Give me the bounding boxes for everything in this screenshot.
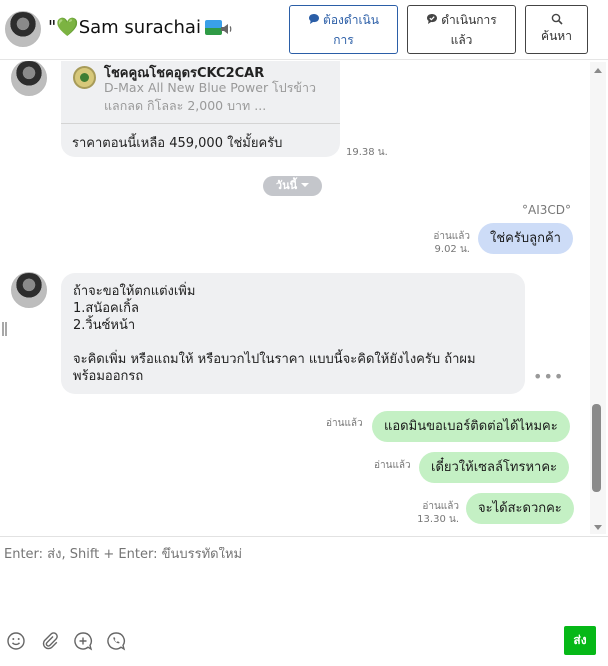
more-options-icon[interactable]: •••	[533, 367, 564, 386]
message-line: 2.วิ้นซ์หน้า	[73, 318, 136, 333]
search-icon	[551, 13, 563, 25]
done-button[interactable]: ดำเนินการ แล้ว	[407, 5, 516, 54]
todo-button[interactable]: ต้องดำเนิน การ	[289, 5, 398, 54]
chevron-down-icon	[301, 183, 310, 187]
card-divider	[61, 123, 340, 124]
contact-avatar-msg	[11, 61, 47, 96]
done-label-1: ดำเนินการ	[441, 12, 497, 27]
message-line: จะคิดเพิ่ม หรือแถมให้ หรือบวกไปในราคา แบ…	[73, 352, 476, 367]
scroll-up-arrow-icon[interactable]	[594, 68, 602, 73]
smiley-icon[interactable]	[6, 631, 26, 651]
card-footer-text: ราคาตอนนี้เหลือ 459,000 ใช่มั้ยครับ	[72, 136, 283, 151]
sender-id: °AI3CD°	[522, 203, 572, 217]
link-card-message[interactable]: โชคคูณโชคอุดรCKC2CAR D-Max All New Blue …	[61, 61, 340, 157]
message-line: ถ้าจะขอให้ตกแต่งเพิ่ม	[73, 284, 196, 299]
read-label: อ่านแล้ว	[374, 460, 411, 471]
outgoing-message[interactable]: เดี๋ยวให้เซลล์โทรหาคะ	[419, 452, 570, 483]
shop-logo	[73, 66, 96, 89]
phone-bubble-icon[interactable]	[106, 631, 126, 651]
message-time: 13.30 น.	[417, 514, 459, 525]
paperclip-icon[interactable]	[40, 631, 60, 651]
resize-handle[interactable]	[2, 322, 7, 336]
outgoing-message[interactable]: ใช่ครับลูกค้า	[478, 223, 573, 254]
contact-name: "💚Sam surachai	[48, 17, 222, 38]
message-line	[73, 334, 513, 351]
plus-circle-icon[interactable]	[73, 631, 93, 651]
incoming-message[interactable]: ถ้าจะขอให้ตกแต่งเพิ่ม 1.สนัอคเกิ้ล 2.วิ้…	[61, 273, 525, 394]
message-line: พร้อมออกรถ	[73, 369, 144, 384]
done-label-2: แล้ว	[450, 32, 473, 47]
scroll-down-arrow-icon[interactable]	[594, 525, 602, 530]
todo-label-1: ต้องดำเนิน	[323, 12, 379, 27]
scrollbar-thumb[interactable]	[592, 404, 601, 492]
read-label: อ่านแล้ว	[422, 501, 459, 512]
read-label: อ่านแล้ว	[433, 231, 470, 242]
message-time: 19.38 น.	[346, 147, 388, 158]
speech-bubble-icon	[309, 13, 320, 24]
outgoing-message[interactable]: แอดมินขอเบอร์ติดต่อได้ไหมคะ	[372, 411, 570, 442]
message-input[interactable]	[4, 547, 584, 562]
contact-avatar[interactable]	[5, 11, 41, 47]
message-time: 9.02 น.	[434, 244, 470, 255]
message-composer: ส่ง	[0, 536, 608, 666]
day-separator-label: วันนี้	[275, 179, 298, 192]
speaker-icon[interactable]	[220, 22, 234, 36]
chat-header: "💚Sam surachai ต้องดำเนิน การ ดำเนินการ …	[0, 0, 608, 60]
send-button[interactable]: ส่ง	[564, 626, 596, 655]
contact-name-text: "💚Sam surachai	[48, 17, 201, 38]
search-label: ค้นหา	[541, 29, 572, 43]
message-line: 1.สนัอคเกิ้ล	[73, 301, 140, 316]
read-label: อ่านแล้ว	[326, 418, 363, 429]
message-list[interactable]: โชคคูณโชคอุดรCKC2CAR D-Max All New Blue …	[0, 61, 588, 535]
todo-label-2: การ	[333, 32, 354, 47]
day-separator[interactable]: วันนี้	[263, 176, 322, 196]
outgoing-message[interactable]: จะได้สะดวกคะ	[466, 493, 574, 524]
contact-avatar-msg	[11, 272, 47, 308]
card-description: D-Max All New Blue Power โปรข้าวแลกลด กิ…	[104, 80, 317, 113]
check-bubble-icon	[427, 13, 438, 24]
read-receipt: อ่านแล้ว 13.30 น.	[417, 500, 459, 526]
read-receipt: อ่านแล้ว 9.02 น.	[432, 230, 470, 256]
search-button[interactable]: ค้นหา	[525, 5, 588, 54]
